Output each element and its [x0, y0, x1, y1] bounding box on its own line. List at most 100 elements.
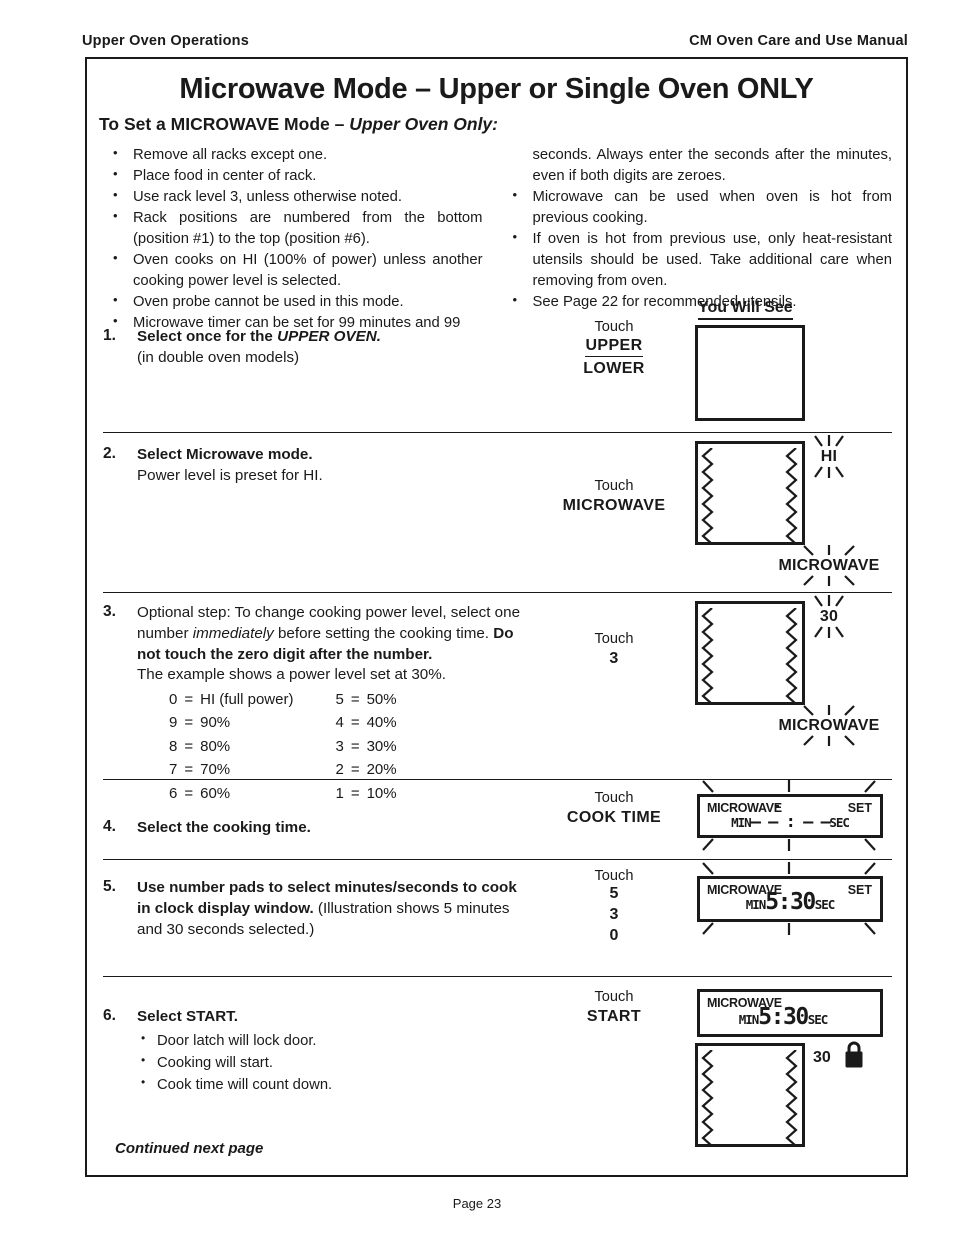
clock-display: MICROWAVE SET MIN5:30SEC [697, 876, 883, 922]
mode-indicator: MICROWAVE [777, 705, 881, 747]
touch-word: Touch [594, 631, 634, 647]
power-value: 50% [366, 690, 397, 708]
step-1-display [693, 301, 892, 432]
display-min-label: MIN [731, 815, 752, 830]
wave-lines-left-icon [701, 1050, 714, 1146]
step-4-text: 4. Select the cooking time. [103, 780, 535, 859]
step-3-display: 30 MICROWAVE [693, 593, 892, 779]
touch-key-0[interactable]: 0 [535, 926, 693, 947]
list-item: Oven cooks on HI (100% of power) unless … [105, 249, 483, 292]
power-value: 90% [200, 714, 231, 732]
list-item: Door latch will lock door. [137, 1029, 525, 1052]
step-row: 3. Optional step: To change cooking powe… [103, 593, 892, 802]
flash-rays-bottom-icon [702, 922, 876, 935]
oven-display-empty [695, 325, 805, 421]
power-value: 40% [366, 714, 397, 732]
display-min-label: MIN [745, 897, 767, 912]
list-item: Place food in center of rack. [105, 165, 483, 187]
step-number: 4. [103, 818, 116, 835]
flash-rays-top-icon [803, 705, 855, 716]
step-2-touch: Touch MICROWAVE [535, 433, 693, 592]
power-key: 7 [169, 761, 178, 779]
list-item: Microwave can be used when oven is hot f… [505, 186, 892, 229]
step-body: Select Microwave mode. Power level is pr… [137, 445, 525, 487]
equals-sign: = [350, 714, 360, 732]
step-3-text: 3. Optional step: To change cooking powe… [103, 593, 535, 802]
mode-indicator: MICROWAVE [777, 545, 881, 587]
step-number: 1. [103, 327, 116, 344]
content-frame: Microwave Mode – Upper or Single Oven ON… [85, 57, 908, 1177]
touch-word: Touch [594, 319, 634, 335]
display-sec-label: SEC [829, 815, 850, 830]
continued-note: Continued next page [115, 1140, 264, 1157]
step-body: Select START. Door latch will lock door.… [137, 1007, 525, 1096]
table-row: 9 = 90% 4 = 40% [169, 712, 397, 736]
touch-key-3[interactable]: 3 [535, 905, 693, 926]
subtitle-lead: To Set a MICROWAVE Mode – [99, 114, 350, 134]
step-4-display: MICROWAVE SET MIN– – : – –SEC [693, 780, 892, 859]
power-level-indicator: HI [809, 435, 849, 479]
step-lead: Select the cooking time. [137, 819, 311, 836]
list-item: Cooking will start. [137, 1051, 525, 1074]
page-title: Microwave Mode – Upper or Single Oven ON… [179, 73, 814, 105]
microwave-oven-icon [695, 1043, 805, 1147]
equals-sign: = [184, 761, 194, 779]
flash-rays-top-icon [702, 862, 876, 875]
equals-sign: = [350, 737, 360, 755]
padlock-icon [845, 1041, 863, 1068]
touch-key-upper[interactable]: UPPER [585, 337, 643, 357]
flash-rays-bottom-icon [702, 838, 876, 851]
flash-rays-bottom-icon [803, 575, 855, 586]
touch-key-cook-time[interactable]: COOK TIME [567, 809, 661, 826]
touch-word: Touch [594, 868, 634, 884]
step-para-1-cont: before setting the cooking time. [273, 624, 494, 642]
step-number: 2. [103, 445, 116, 462]
step-para-1-emphasis: immediately [192, 624, 274, 642]
clock-display: MICROWAVE MIN5:30SEC [697, 989, 883, 1037]
touch-key-start[interactable]: START [587, 1008, 641, 1025]
touch-key-5[interactable]: 5 [535, 884, 693, 905]
wave-lines-right-icon [785, 1050, 798, 1146]
power-level-value: 30 [813, 1049, 831, 1066]
running-header-left: Upper Oven Operations [82, 33, 249, 49]
steps-table: 1. Select once for the UPPER OVEN. (in d… [103, 301, 892, 1177]
microwave-oven-icon [695, 441, 805, 545]
list-item-continuation: seconds. Always enter the seconds after … [532, 147, 893, 184]
list-item: Use rack level 3, unless otherwise noted… [105, 186, 483, 208]
touch-key-lower[interactable]: LOWER [583, 360, 645, 377]
wave-lines-right-icon [785, 608, 798, 704]
display-min-label: MIN [738, 1012, 760, 1027]
microwave-oven-icon [695, 601, 805, 705]
equals-sign: = [350, 761, 360, 779]
step-body: Use number pads to select minutes/second… [137, 878, 525, 940]
step-body: Select once for the UPPER OVEN. (in doub… [137, 327, 525, 369]
step-body: Optional step: To change cooking power l… [137, 603, 525, 806]
power-value: 30% [366, 737, 397, 755]
subtitle-italic: Upper Oven Only: [349, 114, 498, 134]
list-item: Cook time will count down. [137, 1073, 525, 1096]
step-subtext: (in double oven models) [137, 348, 300, 366]
touch-key-microwave[interactable]: MICROWAVE [563, 497, 666, 514]
touch-word: Touch [594, 790, 634, 806]
step-1-touch: Touch UPPER LOWER [535, 301, 693, 432]
display-time-value: 5:30 [758, 1004, 809, 1030]
step-number: 6. [103, 1007, 116, 1024]
step-5-text: 5. Use number pads to select minutes/sec… [103, 860, 535, 976]
column-gap [293, 712, 335, 736]
power-key: 4 [335, 714, 344, 732]
display-time-value: 5:30 [765, 889, 816, 915]
power-value: HI (full power) [200, 690, 294, 708]
mode-indicator-value: MICROWAVE [778, 557, 880, 574]
step-lead: Select START. [137, 1008, 238, 1025]
step-number: 5. [103, 878, 116, 895]
column-gap [293, 735, 335, 759]
display-colon-indicator [776, 805, 779, 808]
touch-key-3[interactable]: 3 [609, 650, 618, 667]
flash-rays-top-icon [814, 595, 844, 607]
flash-rays-top-icon [814, 435, 844, 447]
step-body: Select the cooking time. [137, 818, 525, 839]
step-row: 2. Select Microwave mode. Power level is… [103, 433, 892, 593]
step-6-sub-bullets: Door latch will lock door. Cooking will … [137, 1029, 525, 1097]
list-item: If oven is hot from previous use, only h… [505, 228, 892, 292]
power-value: 20% [366, 761, 397, 779]
